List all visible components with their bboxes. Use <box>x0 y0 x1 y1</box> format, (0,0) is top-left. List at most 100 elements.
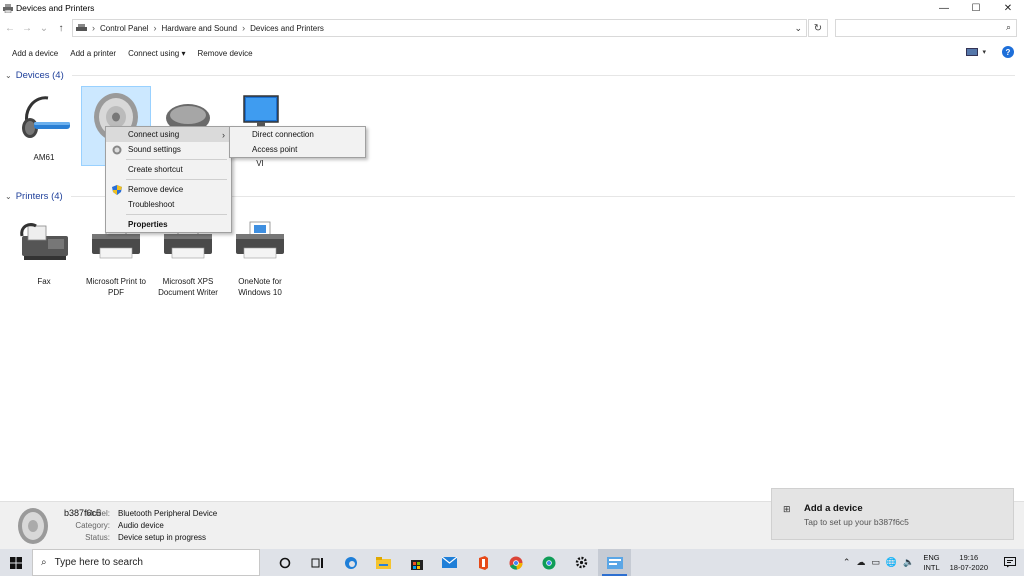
breadcrumb-separator[interactable]: › <box>153 23 156 33</box>
menu-item-label: Access point <box>252 145 298 154</box>
menu-item-connect-using[interactable]: Connect using › <box>106 127 231 142</box>
printer-label: Fax <box>37 277 51 286</box>
control-panel-taskbar-button[interactable] <box>598 549 631 576</box>
battery-icon[interactable]: ▭ <box>871 557 880 568</box>
network-icon[interactable]: 🌐 <box>886 557 897 568</box>
menu-separator <box>126 214 227 215</box>
menu-item-label: Connect using <box>128 130 180 139</box>
chrome-profile-button[interactable] <box>532 549 565 576</box>
status-value: Device setup in progress <box>118 533 207 542</box>
add-device-notification[interactable]: ⊞ Add a device Tap to set up your b387f6… <box>771 488 1014 540</box>
menu-item-access-point[interactable]: Access point <box>230 142 365 157</box>
maximize-button[interactable]: ☐ <box>960 0 992 16</box>
folder-icon <box>376 556 391 569</box>
group-divider <box>71 75 1015 76</box>
menu-item-create-shortcut[interactable]: Create shortcut <box>106 162 231 177</box>
printer-label: Microsoft XPS Document Writer <box>158 277 218 297</box>
mail-icon <box>442 557 457 568</box>
edge-icon <box>344 556 357 569</box>
menu-item-sound-settings[interactable]: Sound settings <box>106 142 231 157</box>
clock-time: 19:16 <box>959 552 979 562</box>
taskbar-search[interactable]: ⌕ Type here to search <box>32 549 260 576</box>
status-label: Status: <box>85 533 110 542</box>
recent-locations-button[interactable]: ⌄ <box>37 21 51 35</box>
help-button[interactable]: ? <box>1002 46 1014 58</box>
system-tray: ⌃ ☁ ▭ 🌐 🔈 ENG INTL 19:16 18-07-2020 <box>840 549 1024 576</box>
menu-item-remove-device[interactable]: Remove device <box>106 182 231 197</box>
view-icon <box>966 48 979 56</box>
task-view-icon <box>311 557 323 568</box>
devices-group-header[interactable]: ⌄ Devices (4) <box>5 70 1015 81</box>
menu-item-label: Troubleshoot <box>128 200 175 209</box>
printer-icon <box>236 221 284 259</box>
breadcrumb-hardware-and-sound[interactable]: Hardware and Sound <box>161 24 237 33</box>
menu-item-direct-connection[interactable]: Direct connection <box>230 127 365 142</box>
headset-icon <box>22 96 70 138</box>
clock[interactable]: 19:16 18-07-2020 <box>950 553 988 573</box>
menu-item-properties[interactable]: Properties <box>106 217 231 232</box>
start-button[interactable] <box>0 549 32 576</box>
file-explorer-button[interactable] <box>367 549 400 576</box>
device-label: AM61 <box>33 153 55 162</box>
action-center-button[interactable] <box>996 549 1024 576</box>
breadcrumb-separator[interactable]: › <box>242 23 245 33</box>
chevron-down-icon: ▾ <box>982 49 986 56</box>
up-button[interactable]: ↑ <box>54 21 68 35</box>
devices-icon: ⊞ <box>783 504 791 514</box>
onedrive-icon[interactable]: ☁ <box>856 557 865 568</box>
search-box[interactable]: ⌕ <box>835 19 1017 37</box>
model-value: Bluetooth Peripheral Device <box>118 509 218 518</box>
forward-button[interactable]: → <box>20 21 34 35</box>
keyboard-layout: INTL <box>923 562 940 572</box>
store-icon <box>410 559 423 570</box>
printer-item-onenote[interactable]: OneNote for Windows 10 <box>225 212 295 298</box>
store-button[interactable] <box>400 549 433 576</box>
menu-item-troubleshoot[interactable]: Troubleshoot <box>106 197 231 212</box>
group-title: Devices (4) <box>15 70 64 81</box>
refresh-button[interactable]: ↻ <box>808 19 828 37</box>
task-view-button[interactable] <box>301 549 334 576</box>
printer-label: OneNote for Windows 10 <box>238 277 282 297</box>
control-panel-icon <box>76 23 87 31</box>
breadcrumb-devices-and-printers[interactable]: Devices and Printers <box>250 24 324 33</box>
language-code: ENG <box>923 552 940 562</box>
mail-button[interactable] <box>433 549 466 576</box>
add-device-button[interactable]: Add a device <box>6 49 64 58</box>
address-dropdown-icon[interactable]: ⌄ <box>794 23 802 34</box>
office-button[interactable] <box>466 549 499 576</box>
tray-overflow-icon[interactable]: ⌃ <box>843 557 851 568</box>
control-panel-icon <box>606 556 623 569</box>
edge-button[interactable] <box>334 549 367 576</box>
cortana-button[interactable] <box>268 549 301 576</box>
search-input[interactable] <box>836 20 996 36</box>
gear-icon <box>575 556 588 569</box>
address-bar[interactable]: › Control Panel › Hardware and Sound › D… <box>72 19 807 37</box>
breadcrumb-control-panel[interactable]: Control Panel <box>100 24 148 33</box>
settings-button[interactable] <box>565 549 598 576</box>
connect-using-button[interactable]: Connect using ▾ <box>122 49 191 58</box>
view-options-button[interactable]: ▾ <box>966 48 986 56</box>
details-category-row: Category: Audio device <box>40 521 164 530</box>
menu-item-label: Remove device <box>128 185 184 194</box>
notification-title: Add a device <box>804 503 863 514</box>
printer-item-fax[interactable]: Fax <box>9 212 79 287</box>
chevron-down-icon: ⌄ <box>5 192 12 201</box>
window-title: Devices and Printers <box>16 3 95 13</box>
device-label: VI <box>256 159 264 168</box>
back-button[interactable]: ← <box>3 21 17 35</box>
close-button[interactable]: ✕ <box>992 0 1024 16</box>
chrome-button[interactable] <box>499 549 532 576</box>
search-icon[interactable]: ⌕ <box>1006 22 1011 33</box>
volume-icon[interactable]: 🔈 <box>903 557 914 568</box>
menu-separator <box>126 159 227 160</box>
remove-device-button[interactable]: Remove device <box>191 49 258 58</box>
menu-item-label: Sound settings <box>128 145 181 154</box>
menu-item-label: Create shortcut <box>128 165 183 174</box>
device-item-am61[interactable]: AM61 <box>9 88 79 163</box>
add-printer-button[interactable]: Add a printer <box>64 49 122 58</box>
windows-logo-icon <box>10 556 22 569</box>
language-indicator[interactable]: ENG INTL <box>923 553 939 573</box>
minimize-button[interactable]: — <box>928 0 960 16</box>
printer-label: Microsoft Print to PDF <box>85 277 146 297</box>
connect-using-submenu: Direct connection Access point <box>229 126 366 158</box>
